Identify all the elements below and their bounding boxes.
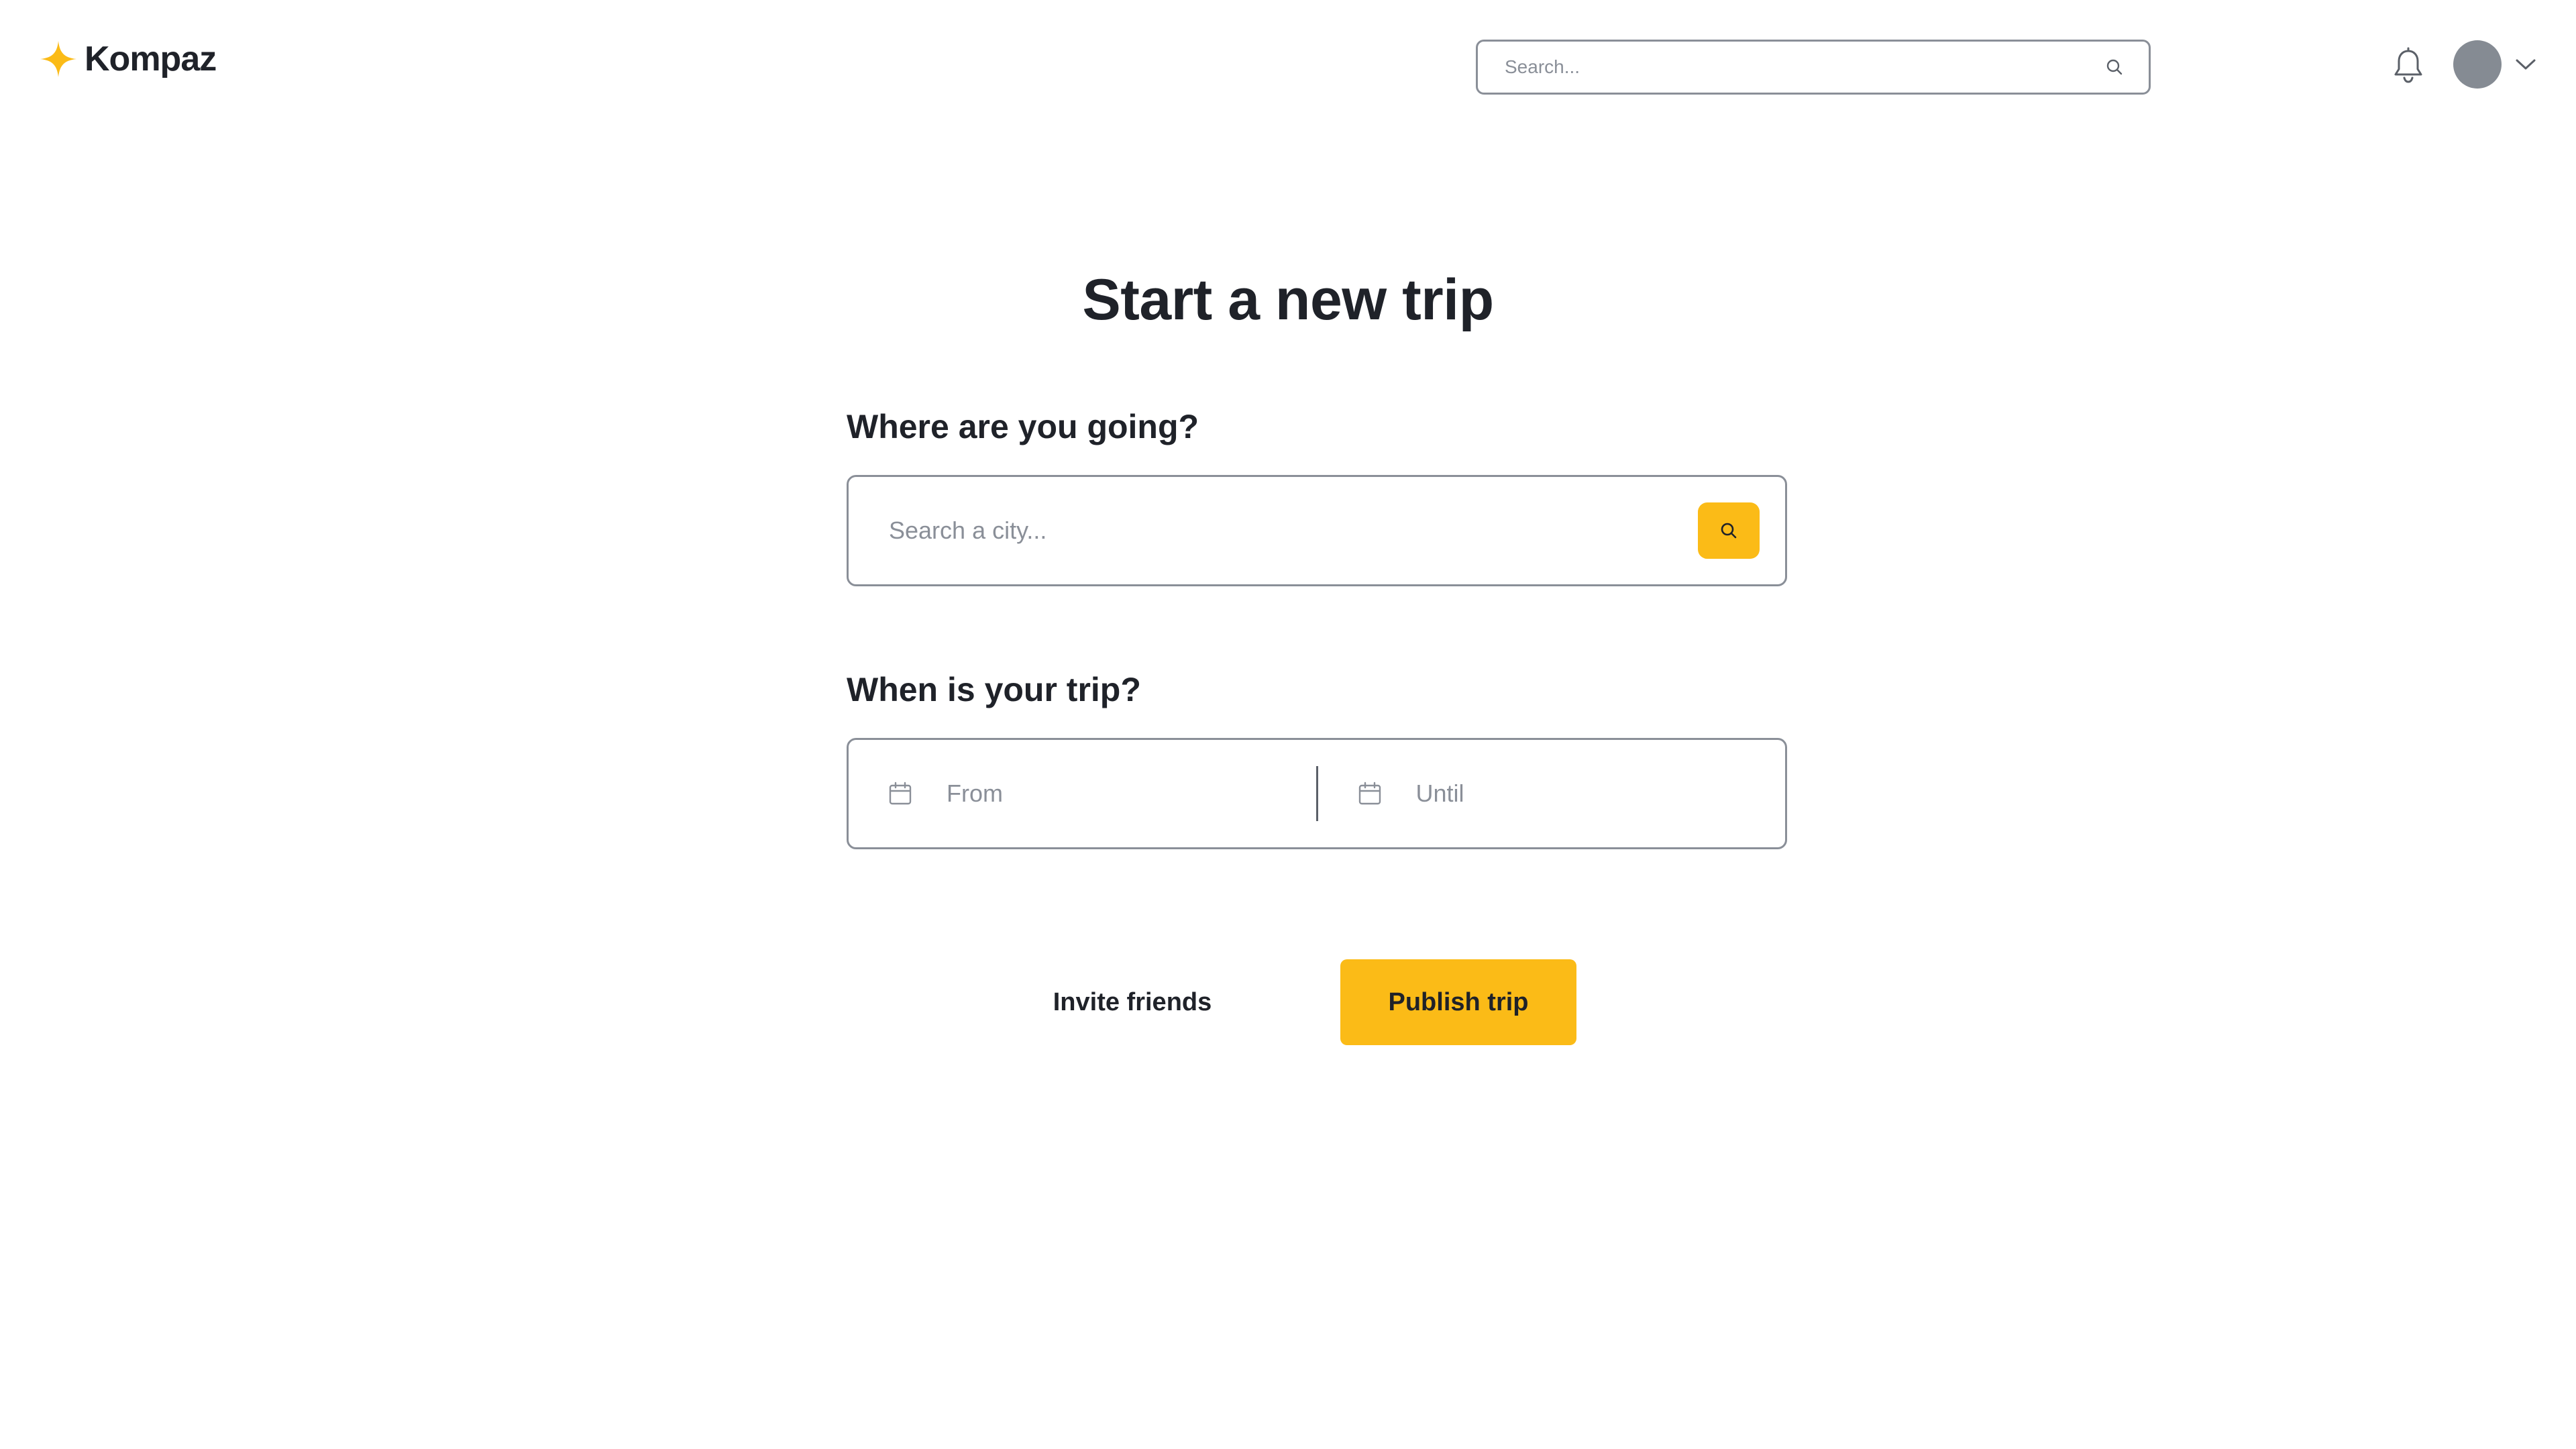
city-search-input[interactable]: [888, 516, 1698, 545]
global-search-box[interactable]: [1476, 40, 2151, 95]
top-bar: Kompaz: [0, 0, 2576, 134]
page-title: Start a new trip: [1082, 268, 1494, 332]
brand-name: Kompaz: [85, 40, 217, 78]
city-search-box[interactable]: [847, 475, 1787, 586]
chevron-down-icon[interactable]: [2514, 55, 2537, 74]
from-date-field[interactable]: From: [849, 740, 1316, 847]
calendar-icon: [888, 781, 913, 806]
city-search-button[interactable]: [1698, 502, 1760, 559]
from-date-placeholder: From: [947, 780, 1003, 807]
until-date-placeholder: Until: [1415, 780, 1464, 807]
bell-icon[interactable]: [2392, 47, 2424, 85]
brand-logo[interactable]: Kompaz: [39, 39, 217, 79]
global-search-input[interactable]: [1503, 56, 2104, 78]
dates-label: When is your trip?: [847, 671, 1141, 708]
four-point-star-icon: [39, 40, 78, 78]
invite-friends-button[interactable]: Invite friends: [1026, 959, 1238, 1045]
date-range-picker: From Until: [847, 738, 1787, 849]
search-icon: [1718, 520, 1739, 541]
calendar-icon: [1357, 781, 1383, 806]
destination-label: Where are you going?: [847, 408, 1199, 445]
until-date-field[interactable]: Until: [1318, 740, 1786, 847]
avatar[interactable]: [2453, 40, 2502, 89]
search-icon[interactable]: [2104, 57, 2125, 77]
publish-trip-button[interactable]: Publish trip: [1340, 959, 1576, 1045]
